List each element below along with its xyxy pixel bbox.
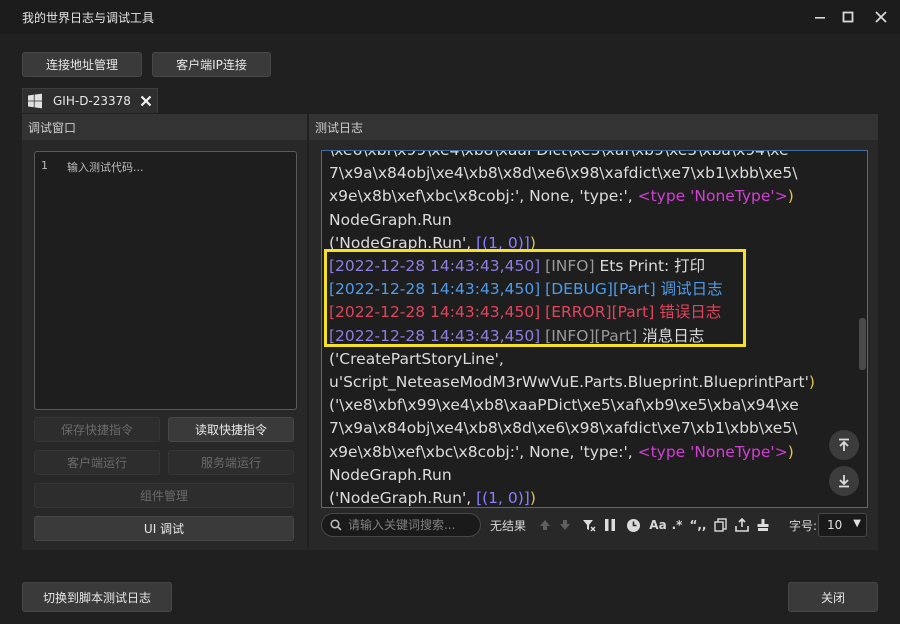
address-manage-button[interactable]: 连接地址管理 [22,52,142,77]
arrow-to-top-icon [839,438,849,451]
clear-log-icon[interactable] [754,515,772,535]
log-line: \xe6\xbf\x99\xe4\xb8\xaaPDict\xe5\xaf\xb… [329,150,789,159]
code-editor[interactable]: 1 输入测试代码... [34,151,297,410]
log-line: ('CreatePartStoryLine', [329,349,504,368]
log-line: 7\x9a\x84obj\xe4\xb8\x8d\xe6\x98\xafdict… [329,164,798,183]
save-shortcut-button[interactable]: 保存快捷指令 [34,417,160,442]
client-run-button[interactable]: 客户端运行 [34,450,160,475]
window-title: 我的世界日志与调试工具 [22,11,155,25]
tab-label: GIH-D-23378 [53,94,131,108]
regex-icon[interactable]: .* [669,515,685,535]
windows-icon [28,93,42,109]
log-line: ('NodeGraph.Run', [(1, 0)]) [329,489,536,508]
font-size-label: 字号: [789,519,818,533]
search-result-status: 无结果 [490,519,527,533]
device-tab[interactable]: GIH-D-23378 [22,88,158,113]
ui-debug-button[interactable]: UI 调试 [34,516,294,541]
maximize-icon[interactable] [837,6,859,28]
log-line: NodeGraph.Run [329,210,452,229]
scroll-top-button[interactable] [829,430,859,460]
search-icon [330,519,342,531]
font-size-select[interactable]: 10 ▼ [818,513,867,537]
clock-icon[interactable] [624,515,642,535]
whole-word-icon[interactable]: “,, [687,515,709,535]
export-icon[interactable] [733,515,751,535]
log-scrollbar[interactable] [859,318,866,370]
chevron-down-icon: ▼ [853,518,861,529]
debug-panel-title: 调试窗口 [22,114,307,140]
switch-script-log-button[interactable]: 切换到脚本测试日志 [22,582,172,612]
match-case-icon[interactable]: Aa [648,515,668,535]
filter-icon[interactable] [580,515,598,535]
read-shortcut-button[interactable]: 读取快捷指令 [168,417,294,442]
font-size-value: 10 [827,518,843,532]
component-manage-button[interactable]: 组件管理 [34,483,294,508]
next-match-icon[interactable] [556,515,574,535]
log-line: u'Script_NeteaseModM3rWwVuE.Parts.Bluepr… [329,373,815,392]
arrow-to-bottom-icon [839,475,849,488]
log-line: NodeGraph.Run [329,465,452,484]
scroll-bottom-button[interactable] [829,466,859,496]
minimize-icon[interactable] [809,6,831,28]
tab-close-icon[interactable] [140,95,152,107]
pause-icon[interactable] [601,515,619,535]
close-button[interactable]: 关闭 [788,582,878,612]
editor-placeholder: 输入测试代码... [67,161,144,174]
search-input[interactable] [348,518,468,532]
client-ip-connect-button[interactable]: 客户端IP连接 [152,52,271,77]
line-number: 1 [41,159,48,172]
log-panel-title: 测试日志 [309,114,878,140]
title-bar: 我的世界日志与调试工具 [0,0,900,34]
log-search-box[interactable] [321,513,481,537]
log-line: 7\x9a\x84obj\xe4\xb8\x8d\xe6\x98\xafdict… [329,419,798,438]
log-line: ('\xe8\xbf\x99\xe4\xb8\xaaPDict\xe5\xaf\… [329,396,799,415]
server-run-button[interactable]: 服务端运行 [168,450,294,475]
log-line: x9e\x8b\xef\xbc\x8cobj:', None, 'type:',… [329,442,794,461]
close-icon[interactable] [870,6,892,28]
highlight-box [324,249,746,347]
copy-icon[interactable] [711,515,729,535]
prev-match-icon[interactable] [536,515,554,535]
log-line: x9e\x8b\xef\xbc\x8cobj:', None, 'type:',… [329,187,794,206]
